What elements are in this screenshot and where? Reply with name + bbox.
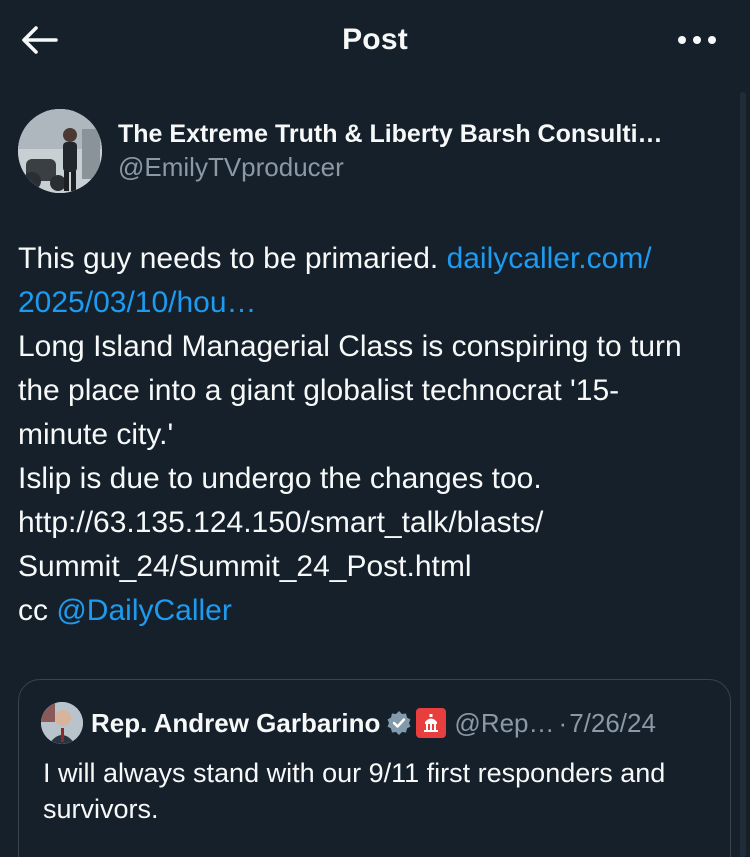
quoted-avatar[interactable] (41, 702, 83, 744)
post-text-segment: This guy needs to be primaried. (18, 242, 447, 275)
quoted-post[interactable]: Rep. Andrew Garbarino @Rep… · 7/26/24 I … (18, 679, 731, 857)
post-text-line: http://63.135.124.150/smart_talk/blasts/ (18, 506, 544, 539)
arrow-left-icon (22, 26, 58, 54)
meta-separator: · (558, 707, 568, 738)
more-horizontal-icon (678, 36, 716, 44)
post-text-line: the place into a giant globalist technoc… (18, 374, 620, 407)
author-display-name[interactable]: The Extreme Truth & Liberty Barsh Consul… (118, 118, 663, 150)
cc-label: cc (18, 594, 57, 627)
avatar-photo (18, 109, 102, 193)
post-text-line: Long Island Managerial Class is conspiri… (18, 330, 682, 363)
mention-link[interactable]: @DailyCaller (56, 594, 232, 627)
scrollbar[interactable] (740, 92, 746, 857)
government-badge-icon (416, 708, 447, 738)
top-bar: Post (0, 0, 750, 84)
verified-badge-icon (387, 711, 411, 735)
author-handle[interactable]: @EmilyTVproducer (118, 150, 663, 184)
quoted-author-handle[interactable]: @Rep… (454, 708, 554, 739)
back-button[interactable] (18, 22, 60, 58)
more-options-button[interactable] (674, 28, 720, 52)
post-text-line: minute city.' (18, 418, 174, 451)
page-title: Post (342, 23, 408, 56)
post-text-line: Summit_24/Summit_24_Post.html (18, 550, 472, 583)
quoted-post-header: Rep. Andrew Garbarino @Rep… · 7/26/24 (41, 702, 656, 744)
avatar[interactable] (18, 109, 102, 193)
article-link-continued[interactable]: 2025/03/10/hou… (18, 286, 257, 319)
quoted-author-name[interactable]: Rep. Andrew Garbarino (91, 708, 380, 739)
post-author[interactable]: The Extreme Truth & Liberty Barsh Consul… (18, 108, 720, 194)
quoted-post-date[interactable]: 7/26/24 (569, 708, 656, 739)
post-text-line: Islip is due to undergo the changes too. (18, 462, 542, 495)
quoted-avatar-photo (41, 702, 83, 744)
post-text: This guy needs to be primaried. dailycal… (18, 237, 730, 633)
article-link[interactable]: dailycaller.com/ (447, 242, 652, 275)
quoted-post-text: I will always stand with our 9/11 first … (43, 758, 666, 824)
